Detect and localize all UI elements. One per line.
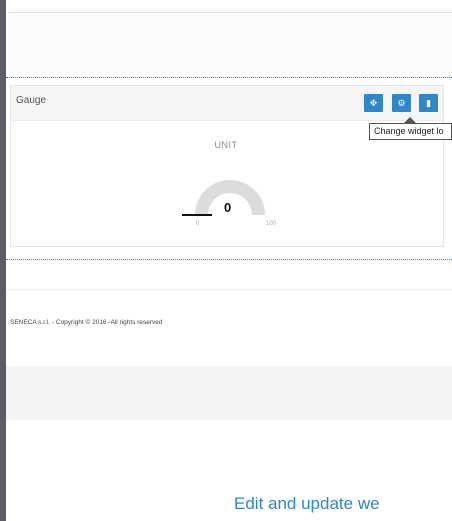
gauge-min-label: 0 [196,221,200,227]
dropzone-top-border [6,77,452,78]
gauge-max-label: 100 [266,221,277,227]
gear-icon: ⚙ [397,98,406,108]
top-divider [8,12,452,13]
move-icon: ✥ [369,98,378,108]
caption-text: Edit and update we [234,494,380,513]
footer-band [6,366,452,420]
widget-header: Gauge ✥ ⚙ ▮ [11,86,443,121]
trash-icon: ▮ [426,98,431,108]
copyright-text: SENECA s.r.l. - Copyright © 2016 -All ri… [10,319,163,326]
widget-title: Gauge [16,95,47,106]
dropzone-bottom-border [6,259,452,260]
move-widget-button[interactable]: ✥ [364,94,383,112]
tooltip: Change widget lo [369,123,452,140]
delete-widget-button[interactable]: ▮ [419,94,438,112]
gauge-dial [182,180,265,216]
gauge-unit-label: UNIT [214,140,238,150]
dashboard-page [6,0,452,521]
gauge-value: 0 [224,200,232,215]
widget-settings-button[interactable]: ⚙ [392,94,411,112]
previous-row-area [8,14,452,74]
footer-divider [6,289,452,290]
